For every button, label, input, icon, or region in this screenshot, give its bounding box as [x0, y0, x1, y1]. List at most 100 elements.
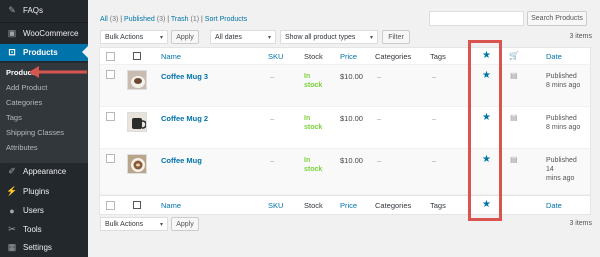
submenu-item-categories[interactable]: Categories — [6, 98, 42, 107]
row-checkbox[interactable] — [106, 70, 115, 79]
product-name-link[interactable]: Coffee Mug — [161, 156, 202, 165]
select-all-checkbox[interactable] — [106, 52, 115, 61]
submenu-item-tags[interactable]: Tags — [6, 113, 22, 122]
search-products-button[interactable]: Search Products — [527, 11, 587, 26]
submenu-item-shipping-classes[interactable]: Shipping Classes — [6, 128, 64, 137]
sidebar-item-users[interactable]: ● Users — [0, 202, 88, 219]
cart-icon: 🛒 — [509, 51, 519, 60]
column-tags: Tags — [430, 201, 446, 210]
product-tags: – — [432, 114, 437, 123]
plugin-icon: ⚡ — [6, 186, 18, 196]
product-tags: – — [432, 156, 437, 165]
table-header: Name SKU Stock Price Categories Tags ★ 🛒… — [100, 48, 590, 65]
sidebar-item-label: Settings — [23, 243, 52, 252]
filter-trash[interactable]: Trash — [171, 16, 189, 23]
product-name-link[interactable]: Coffee Mug 2 — [161, 114, 208, 123]
sidebar-item-label: Appearance — [23, 167, 67, 176]
date-status: Published — [546, 115, 577, 122]
date-filter-value: All dates — [215, 33, 242, 41]
apply-button-bottom[interactable]: Apply — [171, 217, 199, 231]
product-categories: – — [377, 72, 382, 81]
column-date[interactable]: Date — [546, 201, 562, 210]
table-row: Coffee Mug 3 – In stock $10.00 – – ★ ▤ P… — [100, 65, 590, 107]
product-sku: – — [270, 156, 275, 165]
annotation-highlight-box — [468, 40, 502, 221]
column-date[interactable]: Date — [546, 52, 562, 61]
admin-sidebar: ✎ FAQs ▣ WooCommerce ⊡ Products Products… — [0, 0, 88, 257]
search-input[interactable] — [429, 11, 524, 26]
stock-status-line: In — [304, 157, 311, 164]
date-status: Published — [546, 157, 577, 164]
product-date: Published 14 mins ago — [546, 156, 577, 183]
product-type-select[interactable]: Show all product types ▾ — [280, 30, 378, 44]
filter-published[interactable]: Published — [124, 16, 155, 23]
image-column-icon — [133, 201, 141, 209]
sidebar-item-label: FAQs — [23, 6, 44, 15]
bulk-actions-select-bottom[interactable]: Bulk Actions ▾ — [100, 217, 168, 231]
column-name[interactable]: Name — [161, 52, 181, 61]
top-strip — [88, 0, 600, 3]
users-icon: ● — [9, 205, 15, 216]
row-checkbox[interactable] — [106, 154, 115, 163]
sidebar-item-woocommerce[interactable]: ▣ WooCommerce — [0, 25, 88, 42]
sidebar-item-products[interactable]: ⊡ Products — [0, 44, 88, 61]
date-time: mins ago — [546, 175, 575, 182]
items-count-bottom: 3 items — [569, 220, 592, 227]
column-price[interactable]: Price — [340, 201, 357, 210]
filter-separator: | — [167, 16, 170, 23]
product-name-link[interactable]: Coffee Mug 3 — [161, 72, 208, 81]
sidebar-item-settings[interactable]: ▦ Settings — [0, 239, 88, 256]
select-all-checkbox-footer[interactable] — [106, 201, 115, 210]
status-filter-links: All (3) | Published (3) | Trash (1) | So… — [100, 16, 247, 23]
stock-status: In stock — [304, 114, 322, 132]
filter-separator: | — [201, 16, 203, 23]
submenu-item-add-product[interactable]: Add Product — [6, 83, 47, 92]
chevron-down-icon: ▾ — [369, 34, 373, 41]
column-stock: Stock — [304, 201, 323, 210]
main-content: All (3) | Published (3) | Trash (1) | So… — [88, 0, 600, 257]
bulk-actions-select-top[interactable]: Bulk Actions ▾ — [100, 30, 168, 44]
sidebar-item-plugins[interactable]: ⚡ Plugins — [0, 183, 88, 200]
column-tags: Tags — [430, 52, 446, 61]
filter-separator: | — [120, 16, 123, 23]
annotation-arrow — [29, 66, 87, 78]
items-count-top: 3 items — [569, 33, 592, 40]
filter-sort-products[interactable]: Sort Products — [205, 16, 247, 23]
table-row: Coffee Mug – In stock $10.00 – – ★ ▤ Pub… — [100, 149, 590, 195]
date-time: 8 mins ago — [546, 82, 581, 89]
stock-status-line: stock — [304, 124, 323, 131]
date-filter-select[interactable]: All dates ▾ — [210, 30, 276, 44]
pin-icon: ✎ — [8, 5, 16, 15]
product-categories: – — [377, 156, 382, 165]
apply-button-top[interactable]: Apply — [171, 30, 199, 44]
filter-all[interactable]: All — [100, 16, 108, 23]
chevron-down-icon: ▾ — [267, 34, 271, 41]
row-checkbox[interactable] — [106, 112, 115, 121]
product-thumbnail[interactable] — [127, 70, 147, 90]
submenu-item-attributes[interactable]: Attributes — [6, 143, 38, 152]
sidebar-item-appearance[interactable]: ✐ Appearance — [0, 163, 88, 180]
products-table: Name SKU Stock Price Categories Tags ★ 🛒… — [99, 47, 591, 215]
sidebar-item-label: WooCommerce — [23, 29, 79, 38]
image-column-icon — [133, 52, 141, 60]
product-type-icon: ▤ — [510, 113, 518, 122]
woo-icon: ▣ — [7, 28, 17, 38]
product-thumbnail[interactable] — [127, 112, 147, 132]
settings-icon: ▦ — [7, 242, 17, 252]
sidebar-item-faqs[interactable]: ✎ FAQs — [0, 2, 88, 19]
filter-button[interactable]: Filter — [382, 30, 410, 44]
column-name[interactable]: Name — [161, 201, 181, 210]
table-footer: Name SKU Stock Price Categories Tags ★ D… — [100, 195, 590, 215]
column-sku[interactable]: SKU — [268, 201, 283, 210]
date-status: Published — [546, 73, 577, 80]
product-sku: – — [270, 72, 275, 81]
product-sku: – — [270, 114, 275, 123]
product-price: $10.00 — [340, 72, 363, 81]
products-icon: ⊡ — [8, 47, 16, 57]
column-sku[interactable]: SKU — [268, 52, 283, 61]
product-thumbnail[interactable] — [127, 154, 147, 174]
sidebar-item-tools[interactable]: ✂ Tools — [0, 221, 88, 238]
column-price[interactable]: Price — [340, 52, 357, 61]
stock-status-line: In — [304, 115, 311, 122]
filter-published-count: (3) — [156, 16, 166, 23]
